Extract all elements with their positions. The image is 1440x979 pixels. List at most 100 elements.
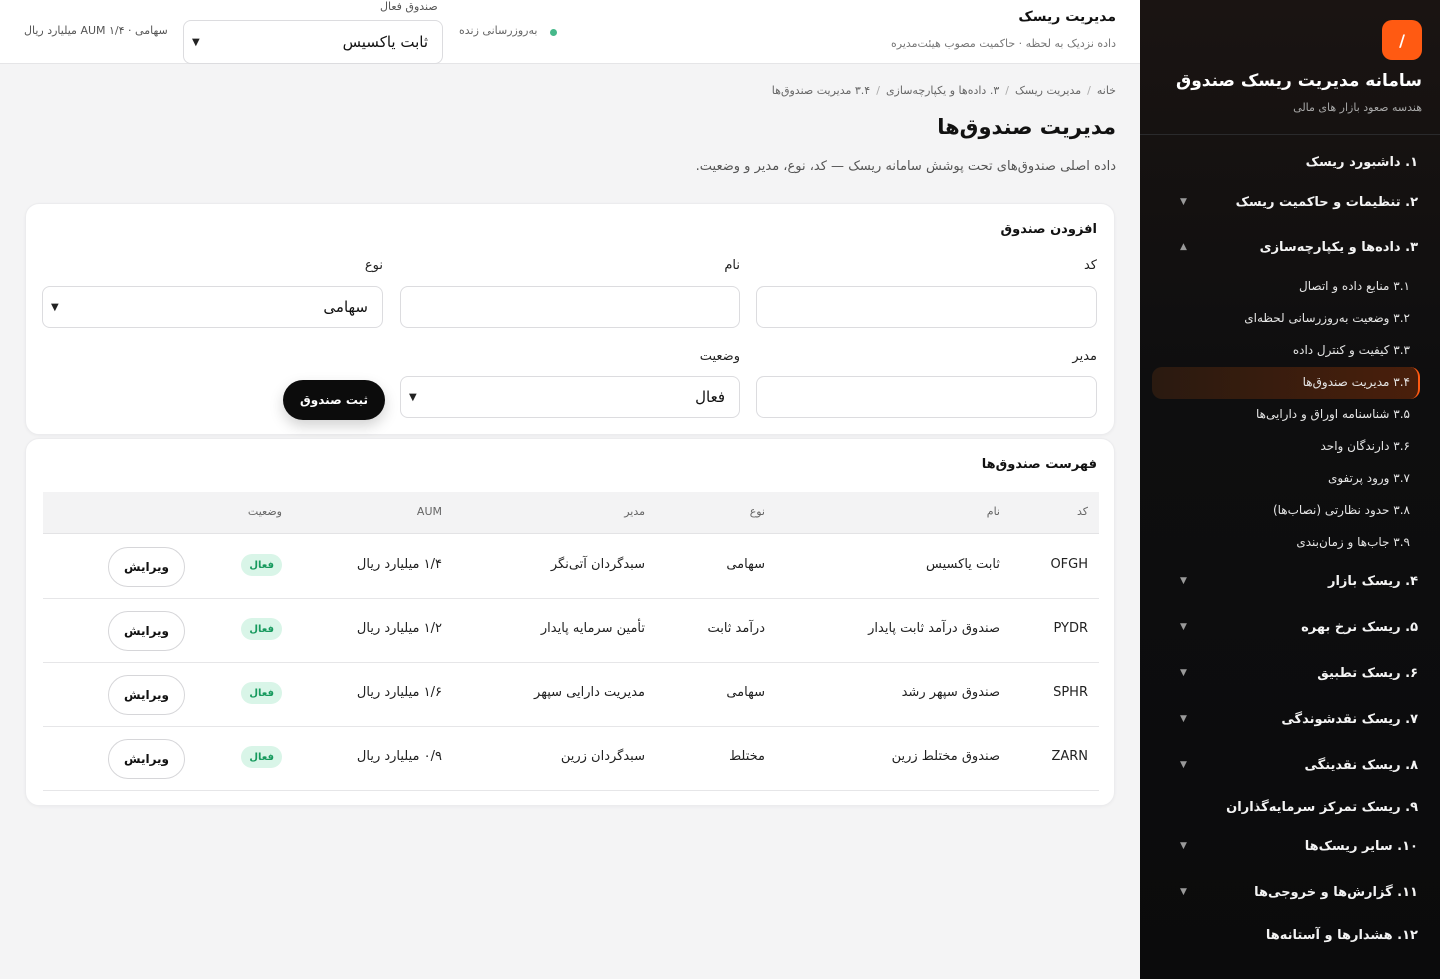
sidebar-item-label: ۵. ریسک نرخ بهره	[1301, 619, 1418, 635]
sidebar-subitem-realtime-status[interactable]: ۳.۲ وضعیت به‌روزرسانی لحظه‌ای	[1244, 307, 1410, 329]
fund-list-title: فهرست صندوق‌ها	[981, 457, 1097, 472]
breadcrumb-data[interactable]: ۳. داده‌ها و یکپارچه‌سازی	[886, 84, 999, 97]
sidebar-item-label: ۱۲. هشدارها و آستانه‌ها	[1265, 927, 1418, 943]
active-fund-select[interactable]: ثابت یاکسیس ▼	[183, 20, 443, 64]
sidebar-item-market-risk[interactable]: ۴. ریسک بازار ▼	[1162, 569, 1418, 593]
type-select[interactable]: سهامی ▼	[42, 286, 383, 328]
cell-name: صندوق مختلط زرین	[891, 749, 1000, 764]
fund-list-card: فهرست صندوق‌ها کد نام نوع مدیر AUM وضعیت…	[25, 438, 1115, 806]
topbar: مدیریت ریسک داده نزدیک به لحظه · حاکمیت …	[0, 0, 1140, 64]
sidebar-item-alerts[interactable]: ۱۲. هشدارها و آستانه‌ها	[1162, 923, 1418, 947]
cell-name: صندوق درآمد ثابت پایدار	[868, 621, 1000, 636]
sidebar-subitem-portfolio-import[interactable]: ۳.۷ ورود پرتفوی	[1328, 467, 1410, 489]
cell-aum: ۱/۴ میلیارد ریال	[356, 557, 442, 572]
edit-button[interactable]: ویرایش	[108, 739, 185, 779]
edit-button[interactable]: ویرایش	[108, 675, 185, 715]
column-header-name: نام	[986, 505, 1000, 518]
cell-code: PYDR	[1053, 621, 1088, 636]
sidebar-item-label: ۳. داده‌ها و یکپارچه‌سازی	[1259, 239, 1418, 255]
cell-manager: سبدگردان زرین	[560, 749, 645, 764]
status-badge: فعال	[241, 746, 282, 768]
logo-icon: /	[1382, 20, 1422, 60]
live-status-dot-icon	[550, 29, 557, 36]
sidebar-divider	[1140, 134, 1440, 135]
cell-manager: سبدگردان آتی‌نگر	[550, 557, 645, 572]
sidebar-subitem-data-sources[interactable]: ۳.۱ منابع داده و اتصال	[1299, 275, 1410, 297]
table-header: کد نام نوع مدیر AUM وضعیت	[43, 492, 1099, 534]
table-row: OFGH ثابت یاکسیس سهامی سبدگردان آتی‌نگر …	[43, 535, 1099, 599]
column-header-manager: مدیر	[624, 505, 645, 518]
sidebar-subitem-jobs[interactable]: ۳.۹ جاب‌ها و زمان‌بندی	[1296, 531, 1410, 553]
sidebar-item-compliance-risk[interactable]: ۶. ریسک تطبیق ▼	[1162, 661, 1418, 685]
name-field[interactable]	[400, 286, 740, 328]
page-title: مدیریت صندوق‌ها	[937, 115, 1116, 139]
chevron-down-icon: ▼	[1180, 760, 1187, 770]
add-fund-card: افزودن صندوق کد نام نوع سهامی ▼ مدیر وضع…	[25, 203, 1115, 435]
breadcrumb-home[interactable]: خانه	[1097, 84, 1116, 97]
sidebar-item-other-risks[interactable]: ۱۰. سایر ریسک‌ها ▼	[1162, 834, 1418, 858]
sidebar-item-label: ۹. ریسک تمرکز سرمایه‌گذاران	[1226, 799, 1418, 815]
sidebar-item-dashboard[interactable]: ۱. داشبورد ریسک	[1162, 150, 1418, 174]
add-fund-title: افزودن صندوق	[1000, 222, 1097, 237]
topbar-title: مدیریت ریسک	[1018, 9, 1116, 25]
submit-fund-button[interactable]: ثبت صندوق	[283, 380, 385, 420]
table-row: SPHR صندوق سپهر رشد سهامی مدیریت دارایی …	[43, 663, 1099, 727]
table-row: ZARN صندوق مختلط زرین مختلط سبدگردان زری…	[43, 727, 1099, 791]
chevron-up-icon: ▲	[1180, 242, 1187, 252]
active-fund-value: ثابت یاکسیس	[342, 33, 428, 51]
edit-button[interactable]: ویرایش	[108, 547, 185, 587]
cell-code: ZARN	[1051, 749, 1088, 764]
active-fund-info: سهامی · AUM ۱/۴ میلیارد ریال	[24, 24, 168, 37]
sidebar-item-label: ۸. ریسک نقدینگی	[1304, 757, 1418, 773]
cell-type: مختلط	[729, 749, 765, 764]
breadcrumb-risk[interactable]: مدیریت ریسک	[1015, 84, 1081, 97]
cell-name: صندوق سپهر رشد	[901, 685, 1000, 700]
breadcrumb-current: ۳.۴ مدیریت صندوق‌ها	[771, 84, 871, 97]
sidebar-item-label: ۷. ریسک نقدشوندگی	[1281, 711, 1418, 727]
chevron-down-icon: ▼	[51, 301, 59, 313]
sidebar-item-label: ۲. تنظیمات و حاکمیت ریسک	[1235, 194, 1418, 210]
chevron-down-icon: ▼	[1180, 668, 1187, 678]
brand-subtitle: هندسه صعود بازار های مالی	[1293, 101, 1422, 114]
status-select[interactable]: فعال ▼	[400, 376, 740, 418]
cell-type: سهامی	[726, 557, 765, 572]
breadcrumb-separator: /	[1087, 84, 1091, 97]
sidebar-item-reports[interactable]: ۱۱. گزارش‌ها و خروجی‌ها ▼	[1162, 880, 1418, 904]
status-label: وضعیت	[699, 349, 740, 364]
sidebar-subitem-unitholders[interactable]: ۳.۶ دارندگان واحد	[1321, 435, 1411, 457]
edit-button[interactable]: ویرایش	[108, 611, 185, 651]
sidebar-item-label: ۱۱. گزارش‌ها و خروجی‌ها	[1254, 884, 1418, 900]
live-status-text: به‌روزرسانی زنده	[459, 24, 538, 37]
breadcrumb: خانه / مدیریت ریسک / ۳. داده‌ها و یکپارچ…	[772, 84, 1116, 97]
manager-label: مدیر	[1072, 349, 1097, 364]
sidebar-subitem-regulatory-limits[interactable]: ۳.۸ حدود نظارتی (نصاب‌ها)	[1273, 499, 1410, 521]
page-description: داده اصلی صندوق‌های تحت پوشش سامانه ریسک…	[695, 159, 1116, 174]
manager-field[interactable]	[756, 376, 1097, 418]
cell-aum: ۰/۹ میلیارد ریال	[356, 749, 442, 764]
type-value: سهامی	[323, 298, 368, 316]
name-label: نام	[724, 258, 740, 273]
cell-name: ثابت یاکسیس	[926, 557, 1000, 572]
sidebar-subitem-fund-management[interactable]: ۳.۴ مدیریت صندوق‌ها	[1303, 371, 1410, 393]
cell-aum: ۱/۲ میلیارد ریال	[356, 621, 442, 636]
status-badge: فعال	[241, 682, 282, 704]
sidebar-item-data[interactable]: ۳. داده‌ها و یکپارچه‌سازی ▲	[1162, 235, 1418, 259]
cell-type: درآمد ثابت	[707, 621, 765, 636]
cell-manager: تأمین سرمایه پایدار	[540, 621, 645, 636]
sidebar-item-label: ۱۰. سایر ریسک‌ها	[1304, 838, 1418, 854]
topbar-subtitle: داده نزدیک به لحظه · حاکمیت مصوب هیئت‌مد…	[891, 37, 1116, 50]
chevron-down-icon: ▼	[192, 36, 200, 48]
status-badge: فعال	[241, 554, 282, 576]
sidebar-item-liquidity-risk[interactable]: ۷. ریسک نقدشوندگی ▼	[1162, 707, 1418, 731]
sidebar-item-interest-risk[interactable]: ۵. ریسک نرخ بهره ▼	[1162, 615, 1418, 639]
sidebar-subitem-data-quality[interactable]: ۳.۳ کیفیت و کنترل داده	[1293, 339, 1410, 361]
sidebar-item-cash-risk[interactable]: ۸. ریسک نقدینگی ▼	[1162, 753, 1418, 777]
column-header-type: نوع	[749, 505, 765, 518]
code-field[interactable]	[756, 286, 1097, 328]
chevron-down-icon: ▼	[1180, 714, 1187, 724]
sidebar-item-settings[interactable]: ۲. تنظیمات و حاکمیت ریسک ▼	[1162, 190, 1418, 214]
sidebar-item-concentration-risk[interactable]: ۹. ریسک تمرکز سرمایه‌گذاران	[1162, 795, 1418, 819]
cell-type: سهامی	[726, 685, 765, 700]
chevron-down-icon: ▼	[409, 391, 417, 403]
sidebar-subitem-securities[interactable]: ۳.۵ شناسنامه اوراق و دارایی‌ها	[1256, 403, 1410, 425]
